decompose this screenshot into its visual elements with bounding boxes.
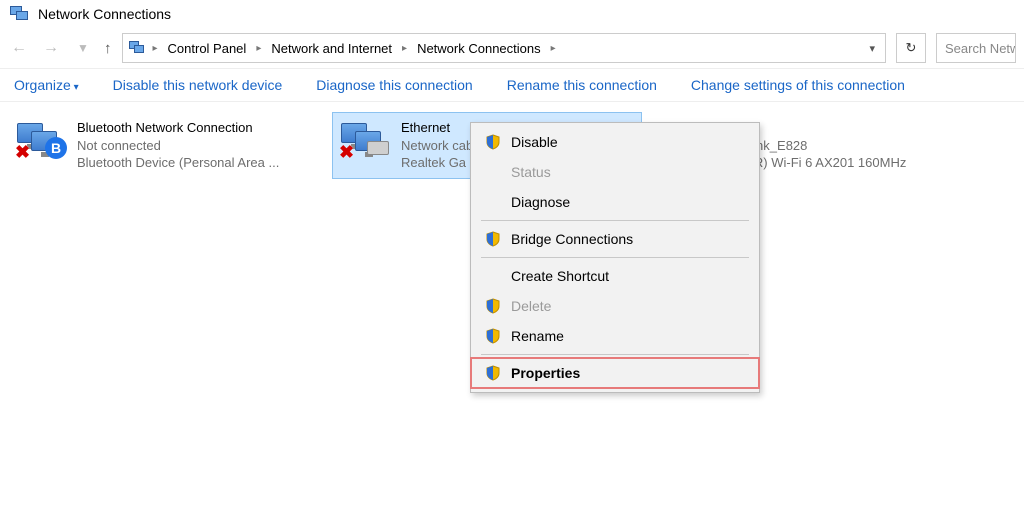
breadcrumb-item[interactable]: Network and Internet bbox=[267, 39, 396, 58]
menu-separator bbox=[481, 354, 749, 355]
menu-label: Properties bbox=[511, 365, 580, 381]
context-menu-disable[interactable]: Disable bbox=[471, 127, 759, 157]
menu-label: Delete bbox=[511, 298, 551, 314]
adapter-icon: ✖ bbox=[341, 119, 393, 172]
context-menu-bridge[interactable]: Bridge Connections bbox=[471, 224, 759, 254]
back-button[interactable]: ← bbox=[8, 39, 30, 57]
adapter-name: Bluetooth Network Connection bbox=[77, 119, 279, 137]
adapter-icon: ✖ B bbox=[17, 119, 69, 172]
diagnose-command[interactable]: Diagnose this connection bbox=[316, 77, 472, 93]
refresh-button[interactable]: ↻ bbox=[896, 33, 926, 63]
breadcrumb-item[interactable]: Network Connections bbox=[413, 39, 545, 58]
shield-icon bbox=[485, 298, 501, 314]
context-menu-create-shortcut[interactable]: Create Shortcut bbox=[471, 261, 759, 291]
shield-icon bbox=[485, 328, 501, 344]
ethernet-port-icon bbox=[367, 141, 389, 155]
chevron-down-icon[interactable]: ▾ bbox=[869, 42, 879, 55]
change-settings-command[interactable]: Change settings of this connection bbox=[691, 77, 905, 93]
breadcrumb-icon bbox=[129, 41, 147, 55]
adapter-list: ✖ B Bluetooth Network Connection Not con… bbox=[0, 102, 1024, 189]
spacer bbox=[485, 268, 501, 284]
menu-separator bbox=[481, 220, 749, 221]
shield-icon bbox=[485, 365, 501, 381]
spacer bbox=[485, 194, 501, 210]
menu-separator bbox=[481, 257, 749, 258]
menu-label: Disable bbox=[511, 134, 558, 150]
menu-label: Bridge Connections bbox=[511, 231, 633, 247]
shield-icon bbox=[485, 231, 501, 247]
disable-device-command[interactable]: Disable this network device bbox=[113, 77, 283, 93]
spacer bbox=[485, 164, 501, 180]
error-x-icon: ✖ bbox=[339, 143, 354, 161]
forward-button[interactable]: → bbox=[40, 39, 62, 57]
error-x-icon: ✖ bbox=[15, 143, 30, 161]
search-placeholder: Search Netw bbox=[945, 41, 1016, 56]
chevron-right-icon[interactable]: ▸ bbox=[151, 43, 160, 54]
adapter-item-bluetooth[interactable]: ✖ B Bluetooth Network Connection Not con… bbox=[8, 112, 318, 179]
context-menu-rename[interactable]: Rename bbox=[471, 321, 759, 351]
adapter-status: Not connected bbox=[77, 137, 279, 155]
context-menu-delete: Delete bbox=[471, 291, 759, 321]
network-connections-icon bbox=[10, 6, 30, 22]
menu-label: Diagnose bbox=[511, 194, 570, 210]
shield-icon bbox=[485, 134, 501, 150]
refresh-icon: ↻ bbox=[906, 40, 917, 56]
menu-label: Status bbox=[511, 164, 551, 180]
breadcrumb-item[interactable]: Control Panel bbox=[164, 39, 251, 58]
title-bar: Network Connections bbox=[0, 0, 1024, 28]
context-menu: Disable Status Diagnose Bridge Connectio… bbox=[470, 122, 760, 393]
recent-locations-button[interactable]: ▼ bbox=[72, 41, 94, 55]
window-title: Network Connections bbox=[38, 6, 171, 22]
bluetooth-icon: B bbox=[45, 137, 67, 159]
breadcrumb[interactable]: ▸ Control Panel ▸ Network and Internet ▸… bbox=[122, 33, 887, 63]
rename-command[interactable]: Rename this connection bbox=[507, 77, 657, 93]
menu-label: Rename bbox=[511, 328, 564, 344]
menu-label: Create Shortcut bbox=[511, 268, 609, 284]
address-bar: ← → ▼ ↑ ▸ Control Panel ▸ Network and In… bbox=[0, 28, 1024, 68]
context-menu-properties[interactable]: Properties bbox=[471, 358, 759, 388]
chevron-right-icon[interactable]: ▸ bbox=[549, 43, 558, 54]
context-menu-diagnose[interactable]: Diagnose bbox=[471, 187, 759, 217]
up-button[interactable]: ↑ bbox=[104, 40, 112, 57]
chevron-right-icon[interactable]: ▸ bbox=[400, 43, 409, 54]
organize-menu[interactable]: Organize bbox=[14, 77, 79, 93]
adapter-device: Bluetooth Device (Personal Area ... bbox=[77, 154, 279, 172]
command-bar: Organize Disable this network device Dia… bbox=[0, 68, 1024, 102]
chevron-right-icon[interactable]: ▸ bbox=[254, 43, 263, 54]
search-input[interactable]: Search Netw bbox=[936, 33, 1016, 63]
context-menu-status: Status bbox=[471, 157, 759, 187]
